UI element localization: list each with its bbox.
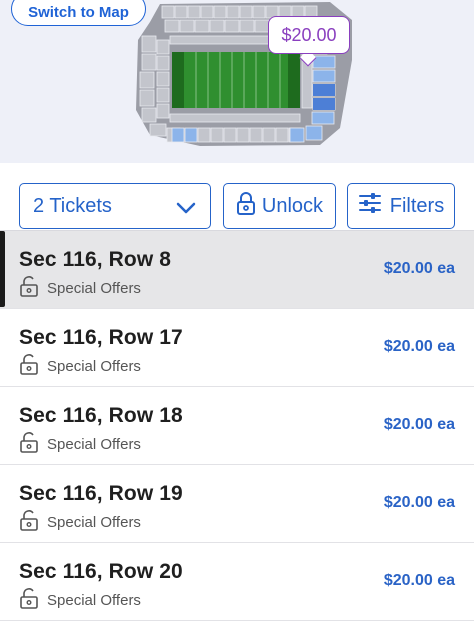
listing-section-row: Sec 116, Row 20 [19, 560, 183, 583]
switch-to-map-label: Switch to Map [28, 3, 129, 21]
ticket-listings: Sec 116, Row 8 Special Offers $20.00 ea … [0, 231, 474, 621]
map-price-tag[interactable]: $20.00 [268, 16, 350, 54]
selected-indicator [0, 231, 5, 307]
listing-offer-label: Special Offers [47, 436, 141, 453]
unlock-offer-icon [19, 353, 39, 380]
listing-offer: Special Offers [19, 587, 141, 614]
listing-offer-label: Special Offers [47, 280, 141, 297]
playing-field [172, 52, 300, 108]
listing-offer: Special Offers [19, 353, 141, 380]
ticket-quantity-label: 2 Tickets [33, 194, 112, 217]
listing-row[interactable]: Sec 116, Row 17 Special Offers $20.00 ea [0, 309, 474, 387]
listing-offer-label: Special Offers [47, 514, 141, 531]
unlock-button[interactable]: Unlock [223, 183, 336, 229]
listing-section-row: Sec 116, Row 17 [19, 326, 183, 349]
listing-offer-label: Special Offers [47, 592, 141, 609]
switch-to-map-button[interactable]: Switch to Map [11, 0, 146, 26]
venue-map[interactable]: Switch to Map $20.00 [0, 0, 474, 163]
listing-section-row: Sec 116, Row 19 [19, 482, 183, 505]
listing-row[interactable]: Sec 116, Row 20 Special Offers $20.00 ea [0, 543, 474, 621]
listing-offer: Special Offers [19, 431, 141, 458]
listing-row[interactable]: Sec 116, Row 8 Special Offers $20.00 ea [0, 231, 474, 309]
listing-price: $20.00 ea [383, 572, 455, 589]
ticket-quantity-select[interactable]: 2 Tickets [19, 183, 211, 229]
sliders-icon [358, 192, 382, 220]
unlock-offer-icon [19, 509, 39, 536]
filter-bar: 2 Tickets Unlock Filters [0, 163, 474, 231]
filters-button[interactable]: Filters [347, 183, 455, 229]
filters-label: Filters [389, 194, 445, 217]
lock-icon [236, 191, 256, 221]
listing-price: $20.00 ea [383, 494, 455, 511]
listing-offer: Special Offers [19, 275, 141, 302]
listing-price: $20.00 ea [383, 416, 455, 433]
listing-section-row: Sec 116, Row 8 [19, 248, 171, 271]
unlock-offer-icon [19, 431, 39, 458]
listing-offer-label: Special Offers [47, 358, 141, 375]
listing-price: $20.00 ea [383, 338, 455, 355]
map-price-label: $20.00 [281, 24, 337, 45]
listing-offer: Special Offers [19, 509, 141, 536]
unlock-offer-icon [19, 587, 39, 614]
chevron-down-icon [176, 198, 196, 221]
listing-section-row: Sec 116, Row 18 [19, 404, 183, 427]
unlock-label: Unlock [261, 194, 324, 217]
listing-price: $20.00 ea [383, 260, 455, 277]
listing-row[interactable]: Sec 116, Row 19 Special Offers $20.00 ea [0, 465, 474, 543]
unlock-offer-icon [19, 275, 39, 302]
listing-row[interactable]: Sec 116, Row 18 Special Offers $20.00 ea [0, 387, 474, 465]
